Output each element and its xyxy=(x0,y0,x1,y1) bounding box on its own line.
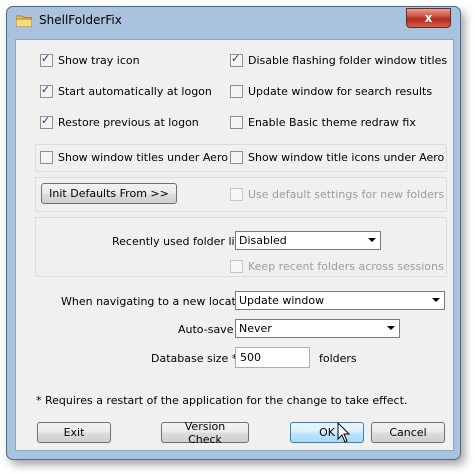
disable-flashing-checkbox[interactable] xyxy=(230,52,243,67)
database-size-input[interactable]: 500 xyxy=(235,347,310,368)
close-button[interactable]: x xyxy=(406,8,451,28)
update-window-search-label: Update window for search results xyxy=(248,85,433,98)
enable-basic-theme-checkbox[interactable] xyxy=(230,116,243,129)
navigating-value: Update window xyxy=(239,294,325,307)
enable-basic-theme-option[interactable]: Enable Basic theme redraw fix xyxy=(230,116,416,129)
restore-previous-option[interactable]: Restore previous at logon xyxy=(40,114,199,129)
keep-recent-folders-option: Keep recent folders across sessions xyxy=(230,260,444,273)
start-automatically-checkbox[interactable] xyxy=(40,83,53,98)
chevron-down-icon xyxy=(368,238,376,242)
title-bar[interactable]: ShellFolderFix x xyxy=(7,7,460,33)
disable-flashing-label: Disable flashing folder window titles xyxy=(248,54,448,67)
use-default-settings-label: Use default settings for new folders xyxy=(248,188,445,201)
enable-basic-theme-label: Enable Basic theme redraw fix xyxy=(248,116,416,129)
recent-list-value: Disabled xyxy=(239,234,287,247)
show-title-icons-aero-option[interactable]: Show window title icons under Aero xyxy=(230,151,444,164)
autosave-select[interactable]: Never xyxy=(235,319,400,338)
show-title-icons-aero-label: Show window title icons under Aero xyxy=(248,151,445,164)
chevron-down-icon xyxy=(387,326,395,330)
chevron-down-icon xyxy=(432,298,440,302)
window-title: ShellFolderFix xyxy=(39,13,122,27)
folder-icon xyxy=(16,15,32,27)
recent-list-select[interactable]: Disabled xyxy=(235,231,381,250)
keep-recent-folders-label: Keep recent folders across sessions xyxy=(248,260,444,273)
autosave-value: Never xyxy=(239,322,272,335)
app-window: ShellFolderFix x Show tray icon Start au… xyxy=(6,6,461,460)
show-window-titles-aero-label: Show window titles under Aero xyxy=(58,151,228,164)
show-title-icons-aero-checkbox[interactable] xyxy=(230,151,243,164)
autosave-label: Auto-save xyxy=(178,323,234,336)
keep-recent-folders-checkbox xyxy=(230,260,243,273)
update-window-search-checkbox[interactable] xyxy=(230,85,243,98)
show-tray-icon-label: Show tray icon xyxy=(58,54,140,67)
use-default-settings-option: Use default settings for new folders xyxy=(230,188,444,201)
show-tray-icon-option[interactable]: Show tray icon xyxy=(40,52,140,67)
client-area: Show tray icon Start automatically at lo… xyxy=(15,39,454,451)
disable-flashing-option[interactable]: Disable flashing folder window titles xyxy=(230,52,448,67)
restart-footnote: * Requires a restart of the application … xyxy=(36,394,408,407)
database-size-label: Database size * xyxy=(151,352,238,365)
database-size-unit: folders xyxy=(319,352,357,365)
cancel-button[interactable]: Cancel xyxy=(371,422,445,443)
show-tray-icon-checkbox[interactable] xyxy=(40,52,53,67)
restore-previous-label: Restore previous at logon xyxy=(58,116,199,129)
navigating-label: When navigating to a new location xyxy=(61,295,253,308)
recent-list-label: Recently used folder list xyxy=(112,235,245,248)
ok-button[interactable]: OK xyxy=(290,422,364,443)
close-icon: x xyxy=(424,11,433,25)
navigating-select[interactable]: Update window xyxy=(235,291,445,310)
start-automatically-label: Start automatically at logon xyxy=(58,85,212,98)
restore-previous-checkbox[interactable] xyxy=(40,114,53,129)
exit-button[interactable]: Exit xyxy=(37,422,111,443)
init-defaults-button[interactable]: Init Defaults From >> xyxy=(41,183,177,204)
show-window-titles-aero-checkbox[interactable] xyxy=(40,151,53,164)
version-check-button[interactable]: Version Check xyxy=(161,420,249,446)
show-window-titles-aero-option[interactable]: Show window titles under Aero xyxy=(40,151,228,164)
start-automatically-option[interactable]: Start automatically at logon xyxy=(40,83,212,98)
update-window-search-option[interactable]: Update window for search results xyxy=(230,85,432,98)
use-default-settings-checkbox xyxy=(230,188,243,201)
